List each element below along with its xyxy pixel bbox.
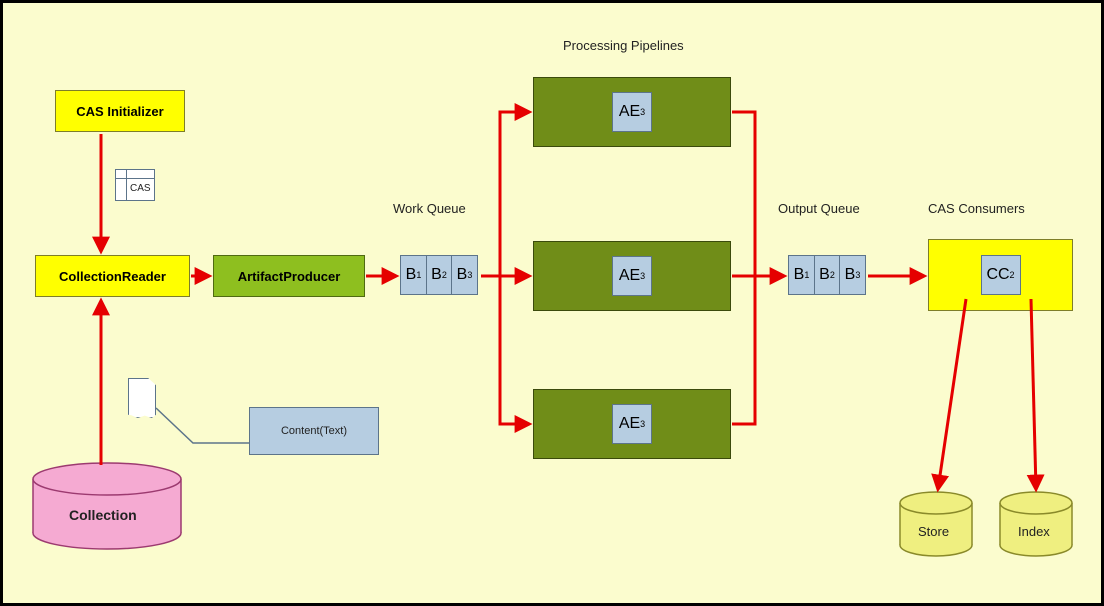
store-cylinder: Store [896,490,976,565]
pipeline2-ae3: AE3 [612,256,652,296]
output-queue-b3: B3 [839,255,866,295]
cc2-box: CC2 [981,255,1021,295]
artifact-producer-box: ArtifactProducer [213,255,365,297]
artifact-producer-label: ArtifactProducer [238,269,341,284]
cas-icon-label: CAS [130,183,151,194]
pipeline1-ae3: AE3 [612,92,652,132]
content-text-box: Content(Text) [249,407,379,455]
label-cas-consumers: CAS Consumers [928,201,1025,216]
label-work-queue: Work Queue [393,201,466,216]
collection-reader-box: CollectionReader [35,255,190,297]
cas-consumers-box: CC1 CC2 [928,239,1073,311]
label-output-queue: Output Queue [778,201,860,216]
pipeline3-ae3: AE3 [612,404,652,444]
pipeline-3: AE1 AE2 AE3 [533,389,731,459]
work-queue-b2: B2 [426,255,453,295]
index-label: Index [1018,524,1050,539]
output-queue-b1: B1 [788,255,815,295]
store-label: Store [918,524,949,539]
cas-initializer-label: CAS Initializer [76,104,163,119]
label-processing-pipelines: Processing Pipelines [563,38,684,53]
work-queue: B1 B2 B3 [400,255,478,295]
pipeline-2: AE1 AE2 AE3 [533,241,731,311]
work-queue-b1: B1 [400,255,427,295]
cas-icon: CAS [115,169,155,201]
collection-reader-label: CollectionReader [59,269,166,284]
page-icon [128,378,156,418]
index-cylinder: Index [996,490,1076,565]
work-queue-b3: B3 [451,255,478,295]
content-text-label: Content(Text) [281,425,347,437]
diagram-canvas: Processing Pipelines Work Queue Output Q… [0,0,1104,606]
cas-initializer-box: CAS Initializer [55,90,185,132]
pipeline-1: AE1 AE2 AE3 [533,77,731,147]
output-queue: B1 B2 B3 [788,255,866,295]
output-queue-b2: B2 [814,255,841,295]
collection-label: Collection [69,507,137,523]
collection-cylinder: Collection [29,461,185,558]
